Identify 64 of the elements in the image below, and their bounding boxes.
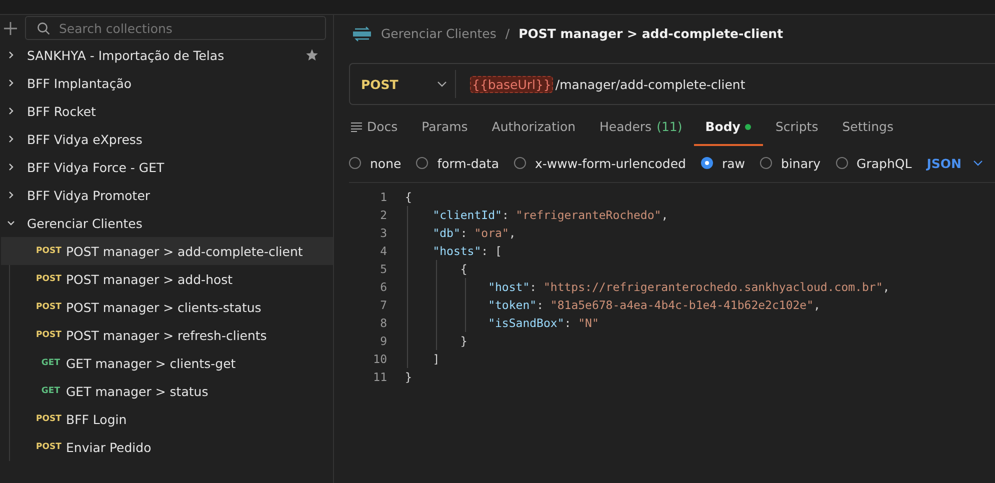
code-line: "clientId": "refrigeranteRochedo", <box>432 208 668 222</box>
radio-option[interactable]: raw <box>700 156 746 170</box>
tab[interactable]: Body <box>694 109 764 146</box>
line-number: 4 <box>379 244 387 258</box>
line-number: 10 <box>372 352 387 366</box>
http-icon <box>352 26 372 42</box>
search-icon <box>37 22 50 35</box>
request-item[interactable]: GET GET manager > clients-get <box>1 349 333 377</box>
collection-item[interactable]: BFF Vidya eXpress <box>0 125 333 153</box>
request-title: POST manager > add-complete-client <box>518 26 784 41</box>
code-line: } <box>405 370 412 384</box>
radio-option[interactable]: form-data <box>416 156 499 170</box>
add-icon[interactable] <box>4 22 17 34</box>
tab[interactable]: Params <box>410 109 480 146</box>
request-item[interactable]: POST Enviar Pedido <box>1 433 333 461</box>
code-line: "isSandBox": "N" <box>487 316 599 330</box>
docs-icon <box>351 122 362 132</box>
collection-item[interactable]: BFF Vidya Promoter <box>0 181 333 209</box>
line-number: 2 <box>379 208 387 222</box>
collection-item[interactable]: BFF Vidya Force - GET <box>0 153 333 181</box>
code-line: "db": "ora", <box>432 226 516 240</box>
tab[interactable]: Headers (11) <box>588 109 694 146</box>
line-number: 11 <box>372 370 387 384</box>
request-item[interactable]: POST POST manager > add-complete-client <box>1 237 333 265</box>
breadcrumb-link[interactable]: Gerenciar Clientes <box>381 26 496 41</box>
tab[interactable]: Authorization <box>480 109 588 146</box>
star-icon[interactable] <box>305 48 319 62</box>
tab[interactable]: Docs <box>349 109 410 146</box>
request-item[interactable]: POST POST manager > refresh-clients <box>1 321 333 349</box>
code-line: } <box>459 334 468 348</box>
code-line: { <box>405 190 412 204</box>
code-line: ] <box>432 352 440 366</box>
request-item[interactable]: POST POST manager > clients-status <box>1 293 333 321</box>
method-dropdown[interactable]: POST <box>350 70 456 98</box>
line-number: 8 <box>379 316 387 330</box>
line-number: 5 <box>379 262 387 276</box>
line-number: 9 <box>379 334 387 348</box>
request-item[interactable]: POST BFF Login <box>1 405 333 433</box>
line-number: 6 <box>379 280 387 294</box>
collection-item[interactable]: BFF Implantação <box>0 69 333 97</box>
collection-item[interactable]: SANKHYA - Importação de Telas <box>0 41 333 69</box>
radio-option[interactable]: GraphQL <box>836 156 912 170</box>
line-number: 3 <box>379 226 387 240</box>
line-number: 1 <box>379 190 387 204</box>
request-item[interactable]: GET GET manager > status <box>1 377 333 405</box>
radio-option[interactable]: none <box>349 156 402 170</box>
request-item[interactable]: POST POST manager > add-host <box>1 265 333 293</box>
code-line: "token": "81a5e678-a4ea-4b4c-b1e4-41b62e2c102e", <box>487 298 820 312</box>
code-line: "hosts": [ <box>432 244 502 258</box>
chevron-down-icon <box>973 160 984 166</box>
line-number: 7 <box>379 298 387 312</box>
search-field[interactable]: Search collections <box>25 16 326 40</box>
chevron-down-icon <box>437 81 447 87</box>
tab[interactable]: Scripts <box>763 109 830 146</box>
format-dropdown[interactable]: JSON <box>920 154 990 172</box>
radio-option[interactable]: x-www-form-urlencoded <box>514 156 686 170</box>
code-line: "host": "https://refrigeranterochedo.sankhyacloud.com.br", <box>487 280 890 294</box>
breadcrumb-separator: / <box>505 26 510 41</box>
code-line: { <box>459 262 468 276</box>
tab[interactable]: Settings <box>830 109 906 146</box>
collection-item[interactable]: BFF Rocket <box>0 97 333 125</box>
radio-option[interactable]: binary <box>760 156 821 170</box>
url-field[interactable]: {{baseUrl}} /manager/add-complete-client <box>456 76 746 92</box>
collection-item[interactable]: Gerenciar Clientes <box>0 209 333 237</box>
